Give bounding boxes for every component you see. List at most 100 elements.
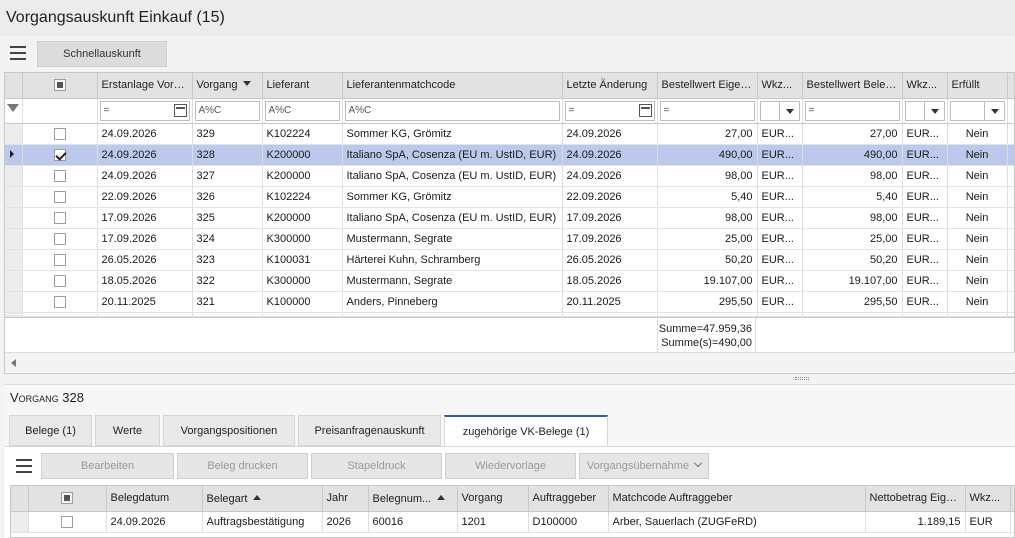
edit-button[interactable]: Bearbeiten xyxy=(41,453,174,479)
filter-text-input[interactable]: A%C xyxy=(264,100,340,121)
row-indicator[interactable] xyxy=(5,270,23,292)
col-header[interactable]: Auftraggeber xyxy=(528,486,609,512)
row-checkbox[interactable] xyxy=(53,211,66,224)
col-header[interactable]: Wkz... xyxy=(757,73,803,99)
calendar-icon[interactable] xyxy=(638,103,652,117)
row-indicator[interactable] xyxy=(5,186,23,208)
tab-vk-belege[interactable]: zugehörige VK-Belege (1) xyxy=(444,415,608,447)
col-header[interactable]: Vorgang xyxy=(457,486,529,512)
filter-date-input[interactable]: = xyxy=(564,100,655,121)
chevron-down-icon[interactable] xyxy=(983,101,1004,120)
select-all-checkbox[interactable] xyxy=(53,79,66,92)
filter-text-input[interactable]: A%C xyxy=(344,100,560,121)
calendar-icon[interactable] xyxy=(173,103,187,117)
filter-operator[interactable]: = xyxy=(104,105,110,116)
row-checkbox-cell[interactable] xyxy=(22,291,98,313)
table-row[interactable]: 26.05.2026 323 K100031 Härterei Kuhn, Schra… xyxy=(5,249,1014,271)
takeover-dropdown-button[interactable]: Vorgangsübernahme xyxy=(579,453,709,479)
filter-operator[interactable]: A%C xyxy=(269,105,292,116)
filter-number-input[interactable]: = xyxy=(804,100,900,121)
row-checkbox[interactable] xyxy=(53,232,66,245)
chevron-down-icon[interactable] xyxy=(923,101,944,120)
col-header[interactable]: Jahr xyxy=(322,486,369,512)
tab-preisanfragenauskunft[interactable]: Preisanfragenauskunft xyxy=(298,415,441,446)
select-all-header[interactable] xyxy=(22,73,98,99)
table-row[interactable]: 20.11.2025 321 K100000 Anders, Pinneberg 20.… xyxy=(5,291,1014,313)
print-button[interactable]: Beleg drucken xyxy=(177,453,308,479)
filter-select[interactable] xyxy=(949,100,1005,121)
col-header[interactable]: Letzte Änderung xyxy=(562,73,658,99)
filter-text-input[interactable]: A%C xyxy=(194,100,260,121)
select-all-checkbox[interactable] xyxy=(61,492,73,505)
col-header[interactable]: Belegnum... xyxy=(368,486,458,512)
filter-select[interactable] xyxy=(904,100,945,121)
table-row[interactable]: 17.09.2026 325 K200000 Italiano SpA, Cosenz… xyxy=(5,207,1014,229)
col-header[interactable]: Belegdatum xyxy=(106,486,203,512)
row-checkbox[interactable] xyxy=(53,169,66,182)
table-row[interactable]: 24.09.2026 Auftragsbestätigung 2026 60016 12… xyxy=(11,511,1014,533)
row-checkbox-cell[interactable] xyxy=(22,186,98,208)
select-all-header[interactable] xyxy=(28,486,107,512)
tab-vorgangspositionen[interactable]: Vorgangspositionen xyxy=(163,415,295,446)
col-header[interactable]: Bestellwert Eigen... xyxy=(657,73,758,99)
row-checkbox-cell[interactable] xyxy=(22,207,98,229)
table-row[interactable]: 24.09.2026 328 K200000 Italiano SpA, Cosenz… xyxy=(5,144,1014,166)
detail-menu-icon[interactable] xyxy=(16,459,32,473)
filter-operator[interactable]: = xyxy=(569,105,575,116)
scroll-left-icon[interactable] xyxy=(11,359,16,367)
col-header[interactable]: Vorgang xyxy=(192,73,263,99)
col-header[interactable]: Wkz... xyxy=(902,73,948,99)
col-header[interactable]: Nettobetrag Eige... xyxy=(865,486,966,512)
row-checkbox-cell[interactable] xyxy=(28,511,107,533)
tab-werte[interactable]: Werte xyxy=(95,415,160,446)
row-checkbox-cell[interactable] xyxy=(22,228,98,250)
table-row[interactable]: 18.05.2026 322 K300000 Mustermann, Segrate 1… xyxy=(5,270,1014,292)
menu-icon[interactable] xyxy=(10,46,26,60)
batch-print-button[interactable]: Stapeldruck xyxy=(311,453,442,479)
row-indicator[interactable] xyxy=(5,123,23,145)
row-indicator[interactable] xyxy=(5,249,23,271)
col-header[interactable]: Erstanlage Vorg... xyxy=(97,73,193,99)
row-checkbox-cell[interactable] xyxy=(22,123,98,145)
horizontal-scrollbar[interactable] xyxy=(5,352,1015,372)
filter-operator[interactable]: A%C xyxy=(199,105,222,116)
table-row[interactable]: 24.09.2026 327 K200000 Italiano SpA, Cosenz… xyxy=(5,165,1014,187)
table-row[interactable]: 22.09.2026 326 K102224 Sommer KG, Grömitz 22… xyxy=(5,186,1014,208)
row-indicator[interactable] xyxy=(11,511,29,533)
table-row[interactable]: 24.09.2026 329 K102224 Sommer KG, Grömitz 24… xyxy=(5,123,1014,145)
filter-operator[interactable]: = xyxy=(809,105,815,116)
filter-date-input[interactable]: = xyxy=(99,100,190,121)
row-checkbox[interactable] xyxy=(61,515,73,528)
col-header[interactable]: Matchcode Auftraggeber xyxy=(608,486,866,512)
quick-info-button[interactable]: Schnellauskunft xyxy=(37,41,167,67)
row-indicator[interactable] xyxy=(5,165,23,187)
col-header[interactable]: Erfüllt xyxy=(947,73,1008,99)
row-checkbox-cell[interactable] xyxy=(22,165,98,187)
col-header[interactable]: Lieferantenmatchcode xyxy=(342,73,563,99)
tab-belege[interactable]: Belege (1) xyxy=(9,415,92,446)
row-indicator[interactable] xyxy=(5,207,23,229)
filter-checkbox-input[interactable] xyxy=(24,100,95,121)
col-header[interactable]: Lieferant xyxy=(262,73,343,99)
row-checkbox-cell[interactable] xyxy=(22,144,98,166)
splitter-handle[interactable] xyxy=(795,377,809,380)
col-header[interactable]: Wkz... xyxy=(965,486,1011,512)
filter-number-input[interactable]: = xyxy=(659,100,755,121)
row-indicator[interactable] xyxy=(5,228,23,250)
row-checkbox[interactable] xyxy=(53,127,66,140)
row-checkbox-cell[interactable] xyxy=(22,249,98,271)
col-header[interactable]: Bestellwert Beleg... xyxy=(802,73,903,99)
filter-operator[interactable]: A%C xyxy=(349,105,372,116)
resubmit-button[interactable]: Wiedervorlage xyxy=(445,453,576,479)
filter-select[interactable] xyxy=(759,100,800,121)
row-checkbox[interactable] xyxy=(53,274,66,287)
row-checkbox[interactable] xyxy=(53,295,66,308)
row-indicator[interactable] xyxy=(5,291,23,313)
table-row[interactable]: 17.09.2026 324 K300000 Mustermann, Segrate 1… xyxy=(5,228,1014,250)
row-indicator[interactable] xyxy=(5,144,23,166)
filter-operator[interactable]: = xyxy=(664,105,670,116)
row-checkbox-cell[interactable] xyxy=(22,270,98,292)
row-checkbox[interactable] xyxy=(53,253,66,266)
col-header[interactable]: Belegart xyxy=(202,486,323,512)
row-checkbox[interactable] xyxy=(53,190,66,203)
